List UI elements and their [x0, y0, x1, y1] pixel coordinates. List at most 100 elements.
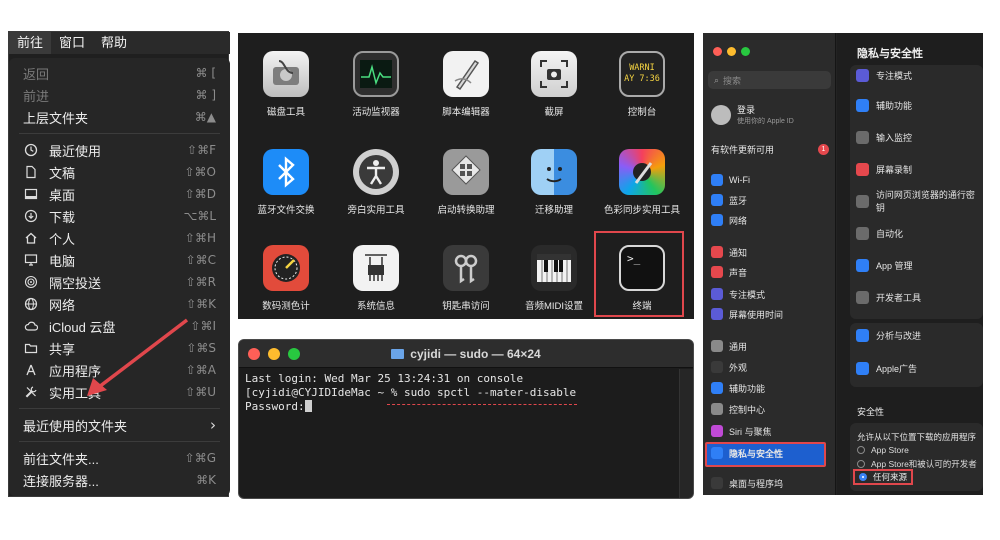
sidebar-item-screen-time[interactable]: 屏幕使用时间 — [711, 305, 831, 323]
sidebar-item-wifi[interactable]: Wi-Fi — [711, 171, 831, 189]
sidebar-item-general[interactable]: 通用 — [711, 337, 831, 355]
menu-item-computer[interactable]: 电脑 ⇧⌘C — [9, 249, 230, 271]
annotation-arrow-icon — [87, 318, 189, 396]
sidebar-item-notifications[interactable]: 通知 — [711, 243, 831, 261]
network-icon — [23, 296, 39, 312]
wifi-icon — [711, 174, 723, 186]
privacy-row-developer-tools[interactable]: 开发者工具 — [856, 287, 983, 307]
app-screenshot[interactable]: 截屏 — [510, 51, 598, 118]
menu-go[interactable]: 前往 — [9, 32, 52, 54]
app-store-icon — [856, 258, 869, 272]
appearance-icon — [711, 361, 723, 373]
zoom-icon[interactable] — [741, 47, 750, 56]
menu-item-home[interactable]: 个人 ⇧⌘H — [9, 227, 230, 249]
menu-item-downloads[interactable]: 下载 ⌥⌘L — [9, 205, 230, 227]
menu-item-connect-server[interactable]: 连接服务器... ⌘K — [9, 469, 230, 491]
terminal-output[interactable]: Last login: Wed Mar 25 13:24:31 on conso… — [245, 372, 675, 414]
sidebar-item-desktop-dock[interactable]: 桌面与程序坞 — [711, 474, 831, 492]
sidebar-item-bluetooth[interactable]: 蓝牙 — [711, 191, 831, 209]
text-cursor — [304, 400, 312, 412]
privacy-row-analytics[interactable]: 分析与改进 — [856, 325, 983, 345]
menu-item-airdrop[interactable]: 隔空投送 ⇧⌘R — [9, 271, 230, 293]
cloud-icon — [23, 318, 39, 334]
app-voiceover-utility[interactable]: 旁白实用工具 — [332, 149, 420, 216]
menu-item-go-to-folder[interactable]: 前往文件夹... ⇧⌘G — [9, 447, 230, 469]
close-icon[interactable] — [713, 47, 722, 56]
app-system-information[interactable]: 系统信息 — [332, 245, 420, 312]
apple-id-signin[interactable]: 登录 使用你的 Apple ID — [711, 103, 794, 126]
avatar — [711, 104, 731, 125]
update-badge: 1 — [818, 144, 829, 155]
menu-divider — [19, 133, 220, 134]
app-keychain-access[interactable]: 钥匙串访问 — [422, 245, 510, 312]
globe-icon — [711, 214, 723, 226]
privacy-row-screen-recording[interactable]: 屏幕录制 — [856, 159, 983, 179]
menu-item-forward[interactable]: 前进 ⌘ ] — [9, 84, 230, 106]
app-colorsync-utility[interactable]: 色彩同步实用工具 — [598, 149, 686, 216]
sidebar-item-focus[interactable]: 专注模式 — [711, 285, 831, 303]
command-underline — [387, 404, 577, 405]
console-icon: WARNI AY 7:36 — [619, 51, 665, 97]
privacy-row-app-management[interactable]: App 管理 — [856, 255, 983, 275]
midi-icon — [531, 245, 577, 291]
siri-icon — [711, 425, 723, 437]
menu-divider — [19, 441, 220, 442]
menu-item-documents[interactable]: 文稿 ⇧⌘O — [9, 161, 230, 183]
utilities-folder-panel: 磁盘工具 活动监视器 脚本编辑器 截屏 WARNI AY 7:36 控制台 蓝牙… — [238, 33, 694, 319]
menu-bar: 前往 窗口 帮助 — [9, 32, 230, 54]
privacy-row-accessibility[interactable]: 辅助功能 — [856, 95, 983, 115]
privacy-row-input-monitoring[interactable]: 输入监控 — [856, 127, 983, 147]
privacy-row-passkeys[interactable]: 访问网页浏览器的通行密钥 — [856, 190, 983, 213]
privacy-row-automation[interactable]: 自动化 — [856, 223, 983, 243]
app-digital-color-meter[interactable]: 数码测色计 — [242, 245, 330, 312]
shared-folder-icon — [23, 340, 39, 356]
app-bluetooth-file-exchange[interactable]: 蓝牙文件交换 — [242, 149, 330, 216]
menu-help[interactable]: 帮助 — [93, 32, 135, 54]
search-field[interactable]: ⌕ 搜索 — [708, 71, 831, 89]
app-audio-midi-setup[interactable]: 音频MIDI设置 — [510, 245, 598, 312]
menu-item-recent-folders[interactable]: 最近使用的文件夹 › — [9, 414, 230, 436]
sidebar-item-sound[interactable]: 声音 — [711, 263, 831, 281]
terminal-line: Last login: Wed Mar 25 13:24:31 on conso… — [245, 372, 524, 385]
sidebar-item-privacy-security[interactable]: 隐私与安全性 — [711, 444, 831, 462]
option-anywhere[interactable]: 任何来源 — [853, 469, 914, 485]
app-console[interactable]: WARNI AY 7:36 控制台 — [598, 51, 686, 118]
keyboard-icon — [856, 130, 869, 144]
menu-item-enclosing-folder[interactable]: 上层文件夹 ⌘▲ — [9, 106, 230, 128]
script-editor-icon — [443, 51, 489, 97]
menu-item-desktop[interactable]: 桌面 ⇧⌘D — [9, 183, 230, 205]
terminal-title: cyjidi — sudo — 64×24 — [239, 347, 693, 361]
system-information-icon — [353, 245, 399, 291]
minimize-icon[interactable] — [727, 47, 736, 56]
key-icon — [856, 194, 869, 208]
app-boot-camp-assistant[interactable]: 启动转换助理 — [422, 149, 510, 216]
clock-icon — [23, 142, 39, 158]
privacy-row-apple-ads[interactable]: Apple广告 — [856, 358, 983, 378]
terminal-window: cyjidi — sudo — 64×24 Last login: Wed Ma… — [238, 339, 694, 499]
radio-selected-icon — [859, 473, 867, 481]
menu-item-recents[interactable]: 最近使用 ⇧⌘F — [9, 139, 230, 161]
migration-assistant-icon — [531, 149, 577, 195]
software-update-row[interactable]: 有软件更新可用 1 — [711, 143, 829, 156]
sidebar-item-appearance[interactable]: 外观 — [711, 358, 831, 376]
sidebar-item-control-center[interactable]: 控制中心 — [711, 400, 831, 418]
sidebar-item-siri-spotlight[interactable]: Siri 与聚焦 — [711, 422, 831, 440]
sidebar-item-accessibility[interactable]: 辅助功能 — [711, 379, 831, 397]
app-disk-utility[interactable]: 磁盘工具 — [242, 51, 330, 118]
option-app-store[interactable]: App Store — [857, 445, 909, 455]
sidebar-item-network[interactable]: 网络 — [711, 211, 831, 229]
app-activity-monitor[interactable]: 活动监视器 — [332, 51, 420, 118]
app-migration-assistant[interactable]: 迁移助理 — [510, 149, 598, 216]
voiceover-icon — [353, 149, 399, 195]
menu-window[interactable]: 窗口 — [51, 32, 93, 54]
allow-apps-label: 允许从以下位置下载的应用程序 — [857, 432, 977, 442]
privacy-row-focus[interactable]: 专注模式 — [856, 65, 983, 85]
bluetooth-icon — [711, 194, 723, 206]
menu-item-back[interactable]: 返回 ⌘ [ — [9, 62, 230, 84]
app-script-editor[interactable]: 脚本编辑器 — [422, 51, 510, 118]
tools-icon — [23, 384, 39, 400]
terminal-scrollbar[interactable] — [679, 369, 693, 498]
speaker-icon — [711, 266, 723, 278]
accessibility-icon — [711, 382, 723, 394]
megaphone-icon — [856, 361, 869, 375]
